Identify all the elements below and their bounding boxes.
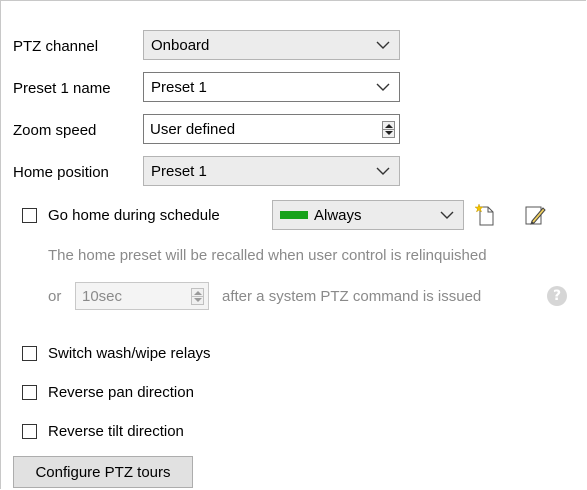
- spin-arrows-icon[interactable]: [191, 287, 204, 305]
- new-schedule-icon[interactable]: [475, 204, 495, 226]
- or-label: or: [48, 288, 62, 305]
- configure-ptz-tours-button[interactable]: Configure PTZ tours: [13, 456, 193, 488]
- ptz-channel-select[interactable]: Onboard: [143, 30, 400, 60]
- home-position-label: Home position: [13, 164, 109, 181]
- chevron-down-icon: [376, 167, 390, 175]
- spin-arrows-icon[interactable]: [382, 120, 395, 138]
- ptz-channel-value: Onboard: [151, 36, 210, 54]
- switch-wash-wipe-label: Switch wash/wipe relays: [48, 345, 211, 362]
- zoom-speed-value: User defined: [150, 120, 236, 138]
- chevron-down-icon: [440, 211, 454, 219]
- preset1-name-combo[interactable]: Preset 1: [143, 72, 400, 102]
- after-command-text: after a system PTZ command is issued: [222, 288, 482, 305]
- chevron-down-icon: [376, 83, 390, 91]
- home-preset-info-text: The home preset will be recalled when us…: [48, 247, 487, 264]
- home-position-select[interactable]: Preset 1: [143, 156, 400, 186]
- chevron-down-icon: [376, 41, 390, 49]
- timeout-value: 10sec: [82, 287, 123, 305]
- ptz-settings-panel: PTZ channel Onboard Preset 1 name Preset…: [0, 0, 586, 489]
- question-icon[interactable]: ?: [547, 286, 567, 306]
- edit-pencil-icon[interactable]: [524, 204, 546, 226]
- zoom-speed-label: Zoom speed: [13, 122, 97, 139]
- home-position-value: Preset 1: [151, 162, 207, 180]
- zoom-speed-spinner[interactable]: User defined: [143, 114, 400, 144]
- go-home-checkbox[interactable]: [22, 208, 37, 223]
- schedule-value: Always: [314, 206, 362, 224]
- reverse-tilt-checkbox[interactable]: [22, 424, 37, 439]
- go-home-label: Go home during schedule: [48, 207, 220, 224]
- preset1-name-value: Preset 1: [151, 78, 207, 96]
- reverse-tilt-label: Reverse tilt direction: [48, 423, 184, 440]
- schedule-color-swatch: [280, 211, 308, 219]
- ptz-channel-label: PTZ channel: [13, 38, 99, 55]
- question-glyph: ?: [552, 288, 562, 304]
- preset1-name-label: Preset 1 name: [13, 80, 111, 97]
- schedule-select[interactable]: Always: [272, 200, 464, 230]
- reverse-pan-checkbox[interactable]: [22, 385, 37, 400]
- timeout-spinner[interactable]: 10sec: [75, 282, 209, 310]
- switch-wash-wipe-checkbox[interactable]: [22, 346, 37, 361]
- reverse-pan-label: Reverse pan direction: [48, 384, 194, 401]
